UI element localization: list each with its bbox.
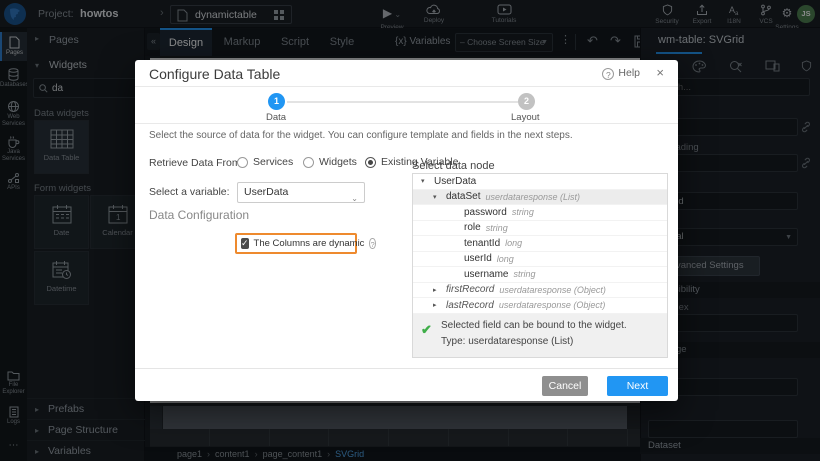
select-variable-label: Select a variable: <box>149 186 230 198</box>
dialog-description: Select the source of data for the widget… <box>149 130 573 141</box>
radio-widgets[interactable]: Widgets <box>303 156 357 168</box>
collapsed-arrow-icon: ▸ <box>433 301 441 309</box>
select-data-node-label: Select data node <box>412 160 495 172</box>
data-configuration-label: Data Configuration <box>149 208 249 222</box>
tree-node-tenantid[interactable]: tenantId long <box>413 236 667 252</box>
variable-select[interactable]: UserData ⌄ <box>237 182 365 203</box>
expanded-arrow-icon: ▾ <box>433 193 441 201</box>
radio-circle-icon <box>237 157 248 168</box>
radio-services[interactable]: Services <box>237 156 293 168</box>
divider <box>135 123 678 124</box>
binding-info-message: ✔ Selected field can be bound to the wid… <box>413 314 667 357</box>
dynamic-columns-checkbox-label[interactable]: The Columns are dynamic <box>254 238 365 249</box>
tree-node-userdata[interactable]: ▾ UserData <box>413 174 667 190</box>
collapsed-arrow-icon: ▸ <box>433 286 441 294</box>
step-1-circle: 1 <box>268 93 285 110</box>
expanded-arrow-icon: ▾ <box>421 177 429 185</box>
chevron-down-icon: ⌄ <box>351 189 358 208</box>
next-button[interactable]: Next <box>607 376 668 396</box>
check-success-icon: ✔ <box>421 322 432 338</box>
question-icon: ? <box>602 68 614 80</box>
radio-selected-icon <box>365 157 376 168</box>
tree-node-userid[interactable]: userId long <box>413 252 667 268</box>
data-node-tree: ▾ UserData ▾ dataSet userdataresponse (L… <box>412 173 668 358</box>
cancel-button[interactable]: Cancel <box>542 376 588 396</box>
retrieve-data-from-label: Retrieve Data From: <box>149 157 244 169</box>
question-icon[interactable]: ? <box>369 238 375 249</box>
stepper-line <box>287 101 518 103</box>
radio-circle-icon <box>303 157 314 168</box>
tree-node-role[interactable]: role string <box>413 221 667 237</box>
step-2-circle: 2 <box>518 93 535 110</box>
tree-node-firstrecord[interactable]: ▸ firstRecord userdataresponse (Object) <box>413 283 667 299</box>
tree-node-username[interactable]: username string <box>413 267 667 283</box>
tree-node-password[interactable]: password string <box>413 205 667 221</box>
step-2-label: Layout <box>511 112 540 123</box>
dialog-footer: Cancel Next <box>135 368 678 401</box>
dynamic-columns-highlight: ✓ The Columns are dynamic ? <box>235 233 357 254</box>
wavemaker-studio: Project: howtos › dynamictable ▶ ⌄ Previ… <box>0 0 820 461</box>
tree-node-lastrecord[interactable]: ▸ lastRecord userdataresponse (Object) <box>413 298 667 314</box>
tree-node-dataset-selected[interactable]: ▾ dataSet userdataresponse (List) <box>413 190 667 206</box>
help-button[interactable]: ?Help <box>602 67 640 80</box>
close-icon[interactable]: × <box>656 65 664 80</box>
configure-data-table-dialog: Configure Data Table ?Help × 1 2 Data La… <box>135 60 678 401</box>
dialog-title: Configure Data Table <box>149 66 280 82</box>
dialog-header: Configure Data Table ?Help × <box>135 60 678 87</box>
step-1-label: Data <box>266 112 286 123</box>
checkbox-checked-icon[interactable]: ✓ <box>241 238 249 249</box>
